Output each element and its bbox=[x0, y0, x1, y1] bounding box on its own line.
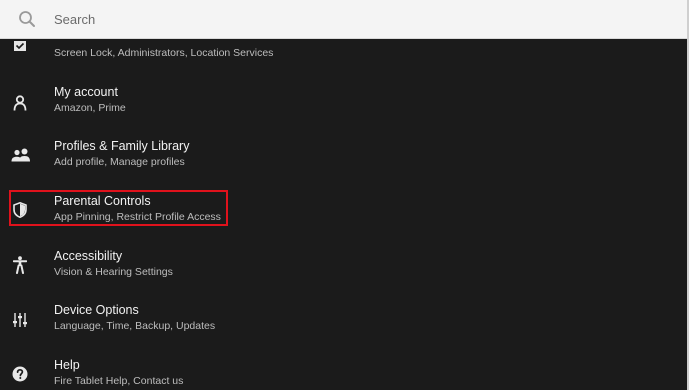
settings-item-title: Help bbox=[54, 358, 80, 372]
shield-icon bbox=[10, 200, 30, 220]
settings-item-subtitle: Screen Lock, Administrators, Location Se… bbox=[54, 47, 274, 59]
settings-item-accessibility[interactable]: Accessibility Vision & Hearing Settings bbox=[0, 242, 687, 296]
settings-item-subtitle: App Pinning, Restrict Profile Access bbox=[54, 211, 221, 223]
settings-item-help[interactable]: Help Fire Tablet Help, Contact us bbox=[0, 351, 687, 390]
search-input[interactable] bbox=[54, 0, 687, 38]
settings-item-subtitle: Fire Tablet Help, Contact us bbox=[54, 375, 184, 387]
settings-item-title: Device Options bbox=[54, 303, 139, 317]
settings-list: Screen Lock, Administrators, Location Se… bbox=[0, 39, 687, 390]
settings-item-subtitle: Add profile, Manage profiles bbox=[54, 156, 185, 168]
settings-item-subtitle: Vision & Hearing Settings bbox=[54, 266, 173, 278]
people-icon bbox=[11, 145, 31, 165]
checkbox-icon bbox=[10, 39, 30, 56]
settings-screen: Screen Lock, Administrators, Location Se… bbox=[0, 0, 689, 390]
sliders-icon bbox=[10, 310, 30, 330]
search-bar[interactable] bbox=[0, 0, 687, 39]
settings-item-my-account[interactable]: My account Amazon, Prime bbox=[0, 78, 687, 132]
search-icon[interactable] bbox=[0, 0, 54, 38]
settings-item-parental-controls[interactable]: Parental Controls App Pinning, Restrict … bbox=[0, 187, 687, 241]
settings-item-title: Parental Controls bbox=[54, 194, 151, 208]
settings-item-device-options[interactable]: Device Options Language, Time, Backup, U… bbox=[0, 296, 687, 350]
settings-item-title: My account bbox=[54, 85, 118, 99]
settings-item-subtitle: Amazon, Prime bbox=[54, 102, 126, 114]
person-icon bbox=[10, 93, 30, 113]
settings-item-subtitle: Language, Time, Backup, Updates bbox=[54, 320, 216, 332]
settings-item-title: Profiles & Family Library bbox=[54, 139, 190, 153]
accessibility-icon bbox=[10, 255, 30, 275]
settings-item-title: Accessibility bbox=[54, 249, 123, 263]
settings-item-profiles[interactable]: Profiles & Family Library Add profile, M… bbox=[0, 132, 687, 186]
help-icon bbox=[10, 364, 30, 384]
